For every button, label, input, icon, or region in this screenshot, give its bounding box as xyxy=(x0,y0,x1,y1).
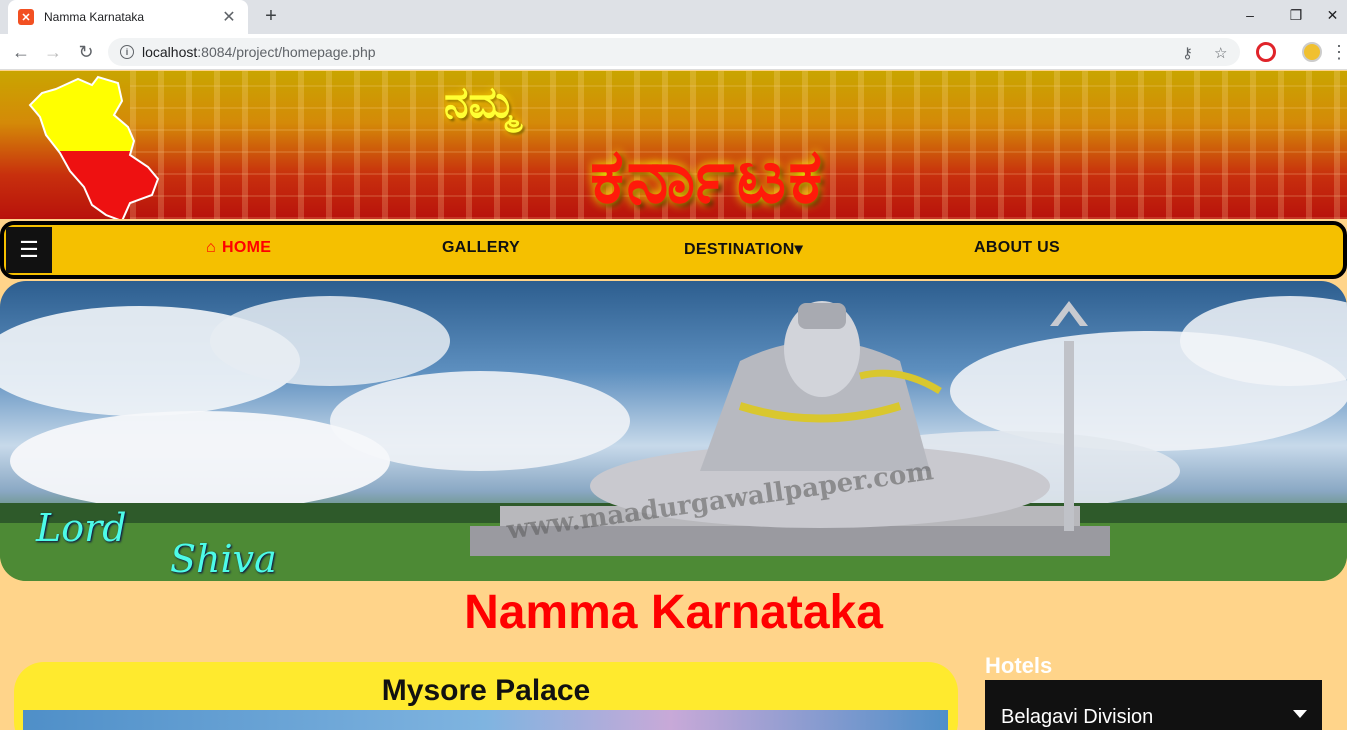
star-icon[interactable]: ☆ xyxy=(1214,44,1227,62)
banner-kannada-karnataka: ಕರ್ನಾಟಕ xyxy=(590,131,825,219)
key-icon[interactable]: ⚷ xyxy=(1182,44,1193,62)
page-title: Namma Karnataka xyxy=(464,586,883,639)
banner: ನಮ್ಮ ಕರ್ನಾಟಕ xyxy=(0,71,1347,219)
nav-home[interactable]: ⌂ HOME xyxy=(206,239,271,257)
close-window-button[interactable]: ✕ xyxy=(1318,0,1347,30)
hero-signature-line2: Shiva xyxy=(170,537,277,581)
nav-destination-label: DESTINATION xyxy=(684,241,795,258)
nav-home-label: HOME xyxy=(221,239,272,256)
hotels-dropdown[interactable]: Belagavi Division xyxy=(985,680,1322,730)
new-tab-button[interactable]: + xyxy=(259,4,283,28)
browser-tab[interactable]: ✕ Namma Karnataka ✕ xyxy=(8,0,248,34)
menu-dots-icon[interactable]: ⋮ xyxy=(1330,40,1347,64)
chevron-down-icon xyxy=(1293,710,1307,718)
tab-close-icon[interactable]: ✕ xyxy=(220,7,238,27)
nav-about-us[interactable]: ABOUT US xyxy=(974,239,1060,257)
profile-avatar-icon[interactable] xyxy=(1302,42,1322,62)
info-icon[interactable]: i xyxy=(120,45,134,59)
home-icon: ⌂ xyxy=(206,239,216,256)
hero-image: www.maadurgawallpaper.com Lord Shiva xyxy=(0,281,1347,581)
hotels-heading: Hotels xyxy=(985,653,1053,678)
url-path: :8084/project/homepage.php xyxy=(197,44,376,60)
forward-arrow-icon[interactable]: → xyxy=(40,40,66,64)
karnataka-map-icon xyxy=(28,75,160,219)
minimize-button[interactable]: – xyxy=(1228,0,1272,30)
main-navbar: ☰ ⌂ HOME GALLERY DESTINATION▾ ABOUT US xyxy=(0,221,1347,279)
reload-icon[interactable]: ↻ xyxy=(73,40,99,64)
page: ನಮ್ಮ ಕರ್ನಾಟಕ ☰ ⌂ HOME GALLERY DESTINATION… xyxy=(0,71,1347,730)
opera-extension-icon[interactable] xyxy=(1256,42,1276,62)
hamburger-menu-button[interactable]: ☰ xyxy=(6,227,52,273)
card-title: Mysore Palace xyxy=(381,674,591,707)
browser-toolbar: ← → ↻ i localhost:8084/project/homepage.… xyxy=(0,34,1347,70)
mysore-palace-image[interactable] xyxy=(23,710,948,730)
url-host: localhost xyxy=(142,44,198,60)
hero-signature-line1: Lord xyxy=(36,506,127,550)
maximize-button[interactable]: ❐ xyxy=(1274,0,1318,30)
tab-title: Namma Karnataka xyxy=(44,10,145,24)
destination-card[interactable]: Mysore Palace xyxy=(14,662,958,730)
dropdown-selected-value: Belagavi Division xyxy=(1001,706,1154,728)
browser-tabstrip: ✕ Namma Karnataka ✕ + – ❐ ✕ xyxy=(0,0,1347,34)
back-arrow-icon[interactable]: ← xyxy=(8,40,34,64)
xampp-favicon-icon: ✕ xyxy=(18,9,34,25)
shiva-statue-image xyxy=(0,296,1347,581)
nav-destination[interactable]: DESTINATION▾ xyxy=(684,239,803,259)
banner-kannada-namma: ನಮ್ಮ xyxy=(444,77,517,128)
address-bar[interactable]: i localhost:8084/project/homepage.php ⚷ … xyxy=(108,38,1240,66)
caret-down-icon: ▾ xyxy=(794,241,803,258)
nav-gallery[interactable]: GALLERY xyxy=(442,239,520,257)
